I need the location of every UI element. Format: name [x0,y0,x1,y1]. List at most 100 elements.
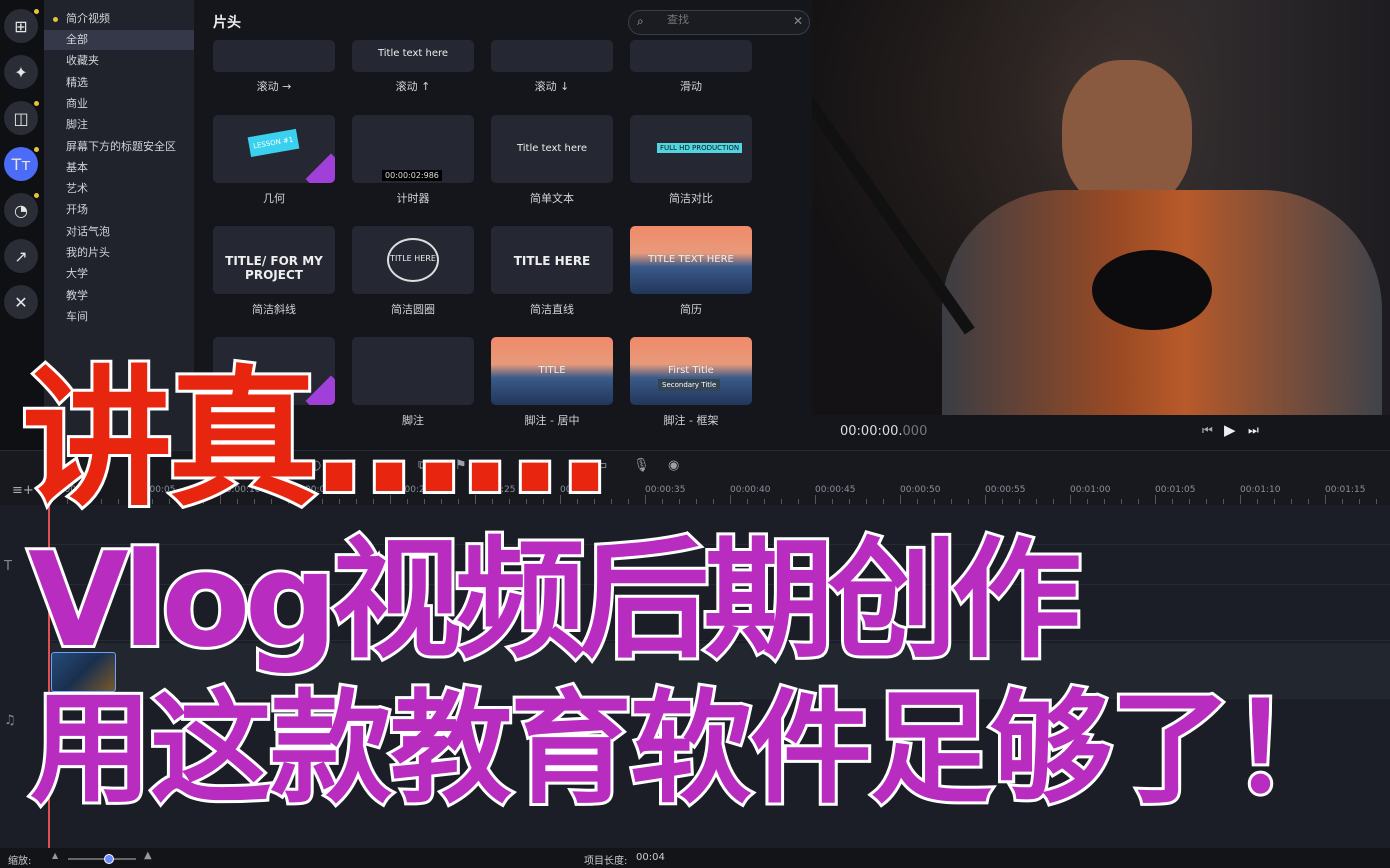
title-template-card[interactable] [491,40,613,72]
card-preview-text: Title text here [516,143,588,154]
zoom-in-icon[interactable]: ▲ [144,850,152,861]
webcam-icon[interactable]: ◉ [668,458,679,473]
sidebar-item[interactable]: 基本 [66,158,88,178]
card-preview-text: LESSON #1 [247,128,299,158]
play-icon[interactable]: ▶ [1224,421,1236,439]
person-head [1062,60,1192,210]
title-template-card[interactable] [213,40,335,72]
time-tick-label: 00:00:50 [900,485,941,495]
tick-mark [1257,499,1258,504]
card-label: 简洁斜线 [252,303,296,316]
new-dot [34,147,39,152]
card-preview-text: Title text here [377,48,449,59]
title-template-card[interactable]: TITLE HERE [491,226,613,294]
sidebar-item[interactable]: 艺术 [66,179,88,199]
new-dot [34,9,39,14]
transitions-icon[interactable]: ◫ [4,101,38,135]
title-template-card[interactable]: LESSON #1NEW [213,115,335,183]
title-template-card[interactable] [630,40,752,72]
mic-arm [812,65,975,335]
tools-icon[interactable]: ✕ [4,285,38,319]
card-label: 简单文本 [530,192,574,205]
card-label: 计时器 [396,192,430,205]
arrow-icon[interactable]: ↗ [4,239,38,273]
tick-mark [1240,495,1241,504]
title-template-card[interactable]: FULL HD PRODUCTION [630,115,752,183]
sidebar-item[interactable]: 对话气泡 [66,222,110,242]
tick-mark [1087,499,1088,504]
time-tick-label: 00:00:35 [645,485,686,495]
time-tick-label: 00:01:00 [1070,485,1111,495]
tick-mark [1308,499,1309,504]
magic-wand-icon[interactable]: ✦ [4,55,38,89]
title-template-card[interactable]: First Title Secondary Title [630,337,752,405]
new-dot [34,193,39,198]
card-preview-text: 00:00:02:986 [382,170,442,181]
title-template-card[interactable]: TITLE TEXT HERE [630,226,752,294]
card-preview-text: TITLE/ FOR MY PROJECT [225,254,323,282]
titles-icon[interactable]: Tт [4,147,38,181]
sidebar-item[interactable]: 教学 [66,286,88,306]
sidebar-item[interactable]: 我的片头 [66,243,110,263]
zoom-out-icon[interactable]: ▲ [52,851,58,860]
tick-mark [1206,499,1207,504]
card-preview-text: TITLE TEXT HERE [648,254,734,265]
card-label: 滑动 [680,80,702,93]
previous-frame-icon[interactable]: ⏮ [1202,423,1213,438]
title-template-card[interactable]: TITLE HERE [352,226,474,294]
project-length-value: 00:04 [636,852,665,863]
import-icon[interactable]: ⊞ [4,9,38,43]
sidebar-item[interactable]: 商业 [66,94,88,114]
zoom-slider[interactable] [68,854,136,864]
next-frame-icon[interactable]: ⏭ [1248,423,1259,438]
sidebar-item[interactable]: 全部 [44,30,194,50]
overlay-caption-3: 用这款教育软件足够了！ [27,675,1355,823]
title-template-card[interactable]: Title text here [491,115,613,183]
new-dot [34,101,39,106]
card-label: 简洁直线 [530,303,574,316]
tick-mark [1274,499,1275,504]
tick-mark [1291,499,1292,504]
card-preview-text: TITLE HERE [513,254,591,268]
sidebar-item[interactable]: 精选 [66,73,88,93]
video-preview [812,0,1390,415]
sidebar-item[interactable]: 大学 [66,264,88,284]
clear-icon[interactable]: ✕ [793,14,803,28]
zoom-label: 缩放: [8,856,32,867]
timecode: 00:00:00.000 [840,424,928,439]
tick-mark [1172,499,1173,504]
project-length-label: 项目长度: [584,856,628,867]
card-label: 简洁圆圈 [391,303,435,316]
zoom-slider-knob[interactable] [103,854,114,864]
sidebar-item[interactable]: 脚注 [66,115,88,135]
card-label: 滚动 ↓ [534,80,570,93]
card-label: 简洁对比 [669,192,713,205]
tick-mark [1359,499,1360,504]
microphone [1092,250,1212,330]
card-label: 脚注 - 框架 [663,414,719,427]
sidebar-item[interactable]: 屏幕下方的标题安全区 [66,137,176,157]
new-badge: NEW [305,153,335,183]
text-track-icon: T [4,559,12,574]
search-input[interactable] [667,14,787,26]
sidebar-item[interactable]: 收藏夹 [66,51,99,71]
time-tick-label: 00:00:45 [815,485,856,495]
tick-mark [1376,499,1377,504]
status-bar: 缩放: ▲ ▲ 项目长度: 00:04 [0,848,1390,868]
tick-mark [1121,499,1122,504]
title-template-card[interactable]: TITLE/ FOR MY PROJECT [213,226,335,294]
tick-mark [1138,499,1139,504]
time-tick-label: 00:00:55 [985,485,1026,495]
card-label: 滚动 ↑ [395,80,431,93]
stickers-icon[interactable]: ◔ [4,193,38,227]
title-template-card[interactable]: 00:00:02:986 [352,115,474,183]
tick-mark [1189,499,1190,504]
microphone-icon[interactable]: 🎙 [633,458,650,473]
tick-mark [1325,495,1326,504]
player-controls: 00:00:00.000 ⏮ ▶ ⏭ [812,415,1390,450]
card-preview-text: First Title [668,365,714,376]
sidebar-item[interactable]: 开场 [66,200,88,220]
search-box[interactable]: ⌕ ✕ [628,10,810,35]
title-template-card[interactable]: Title text here [352,40,474,72]
sidebar-header[interactable]: 简介视频 [66,9,110,29]
